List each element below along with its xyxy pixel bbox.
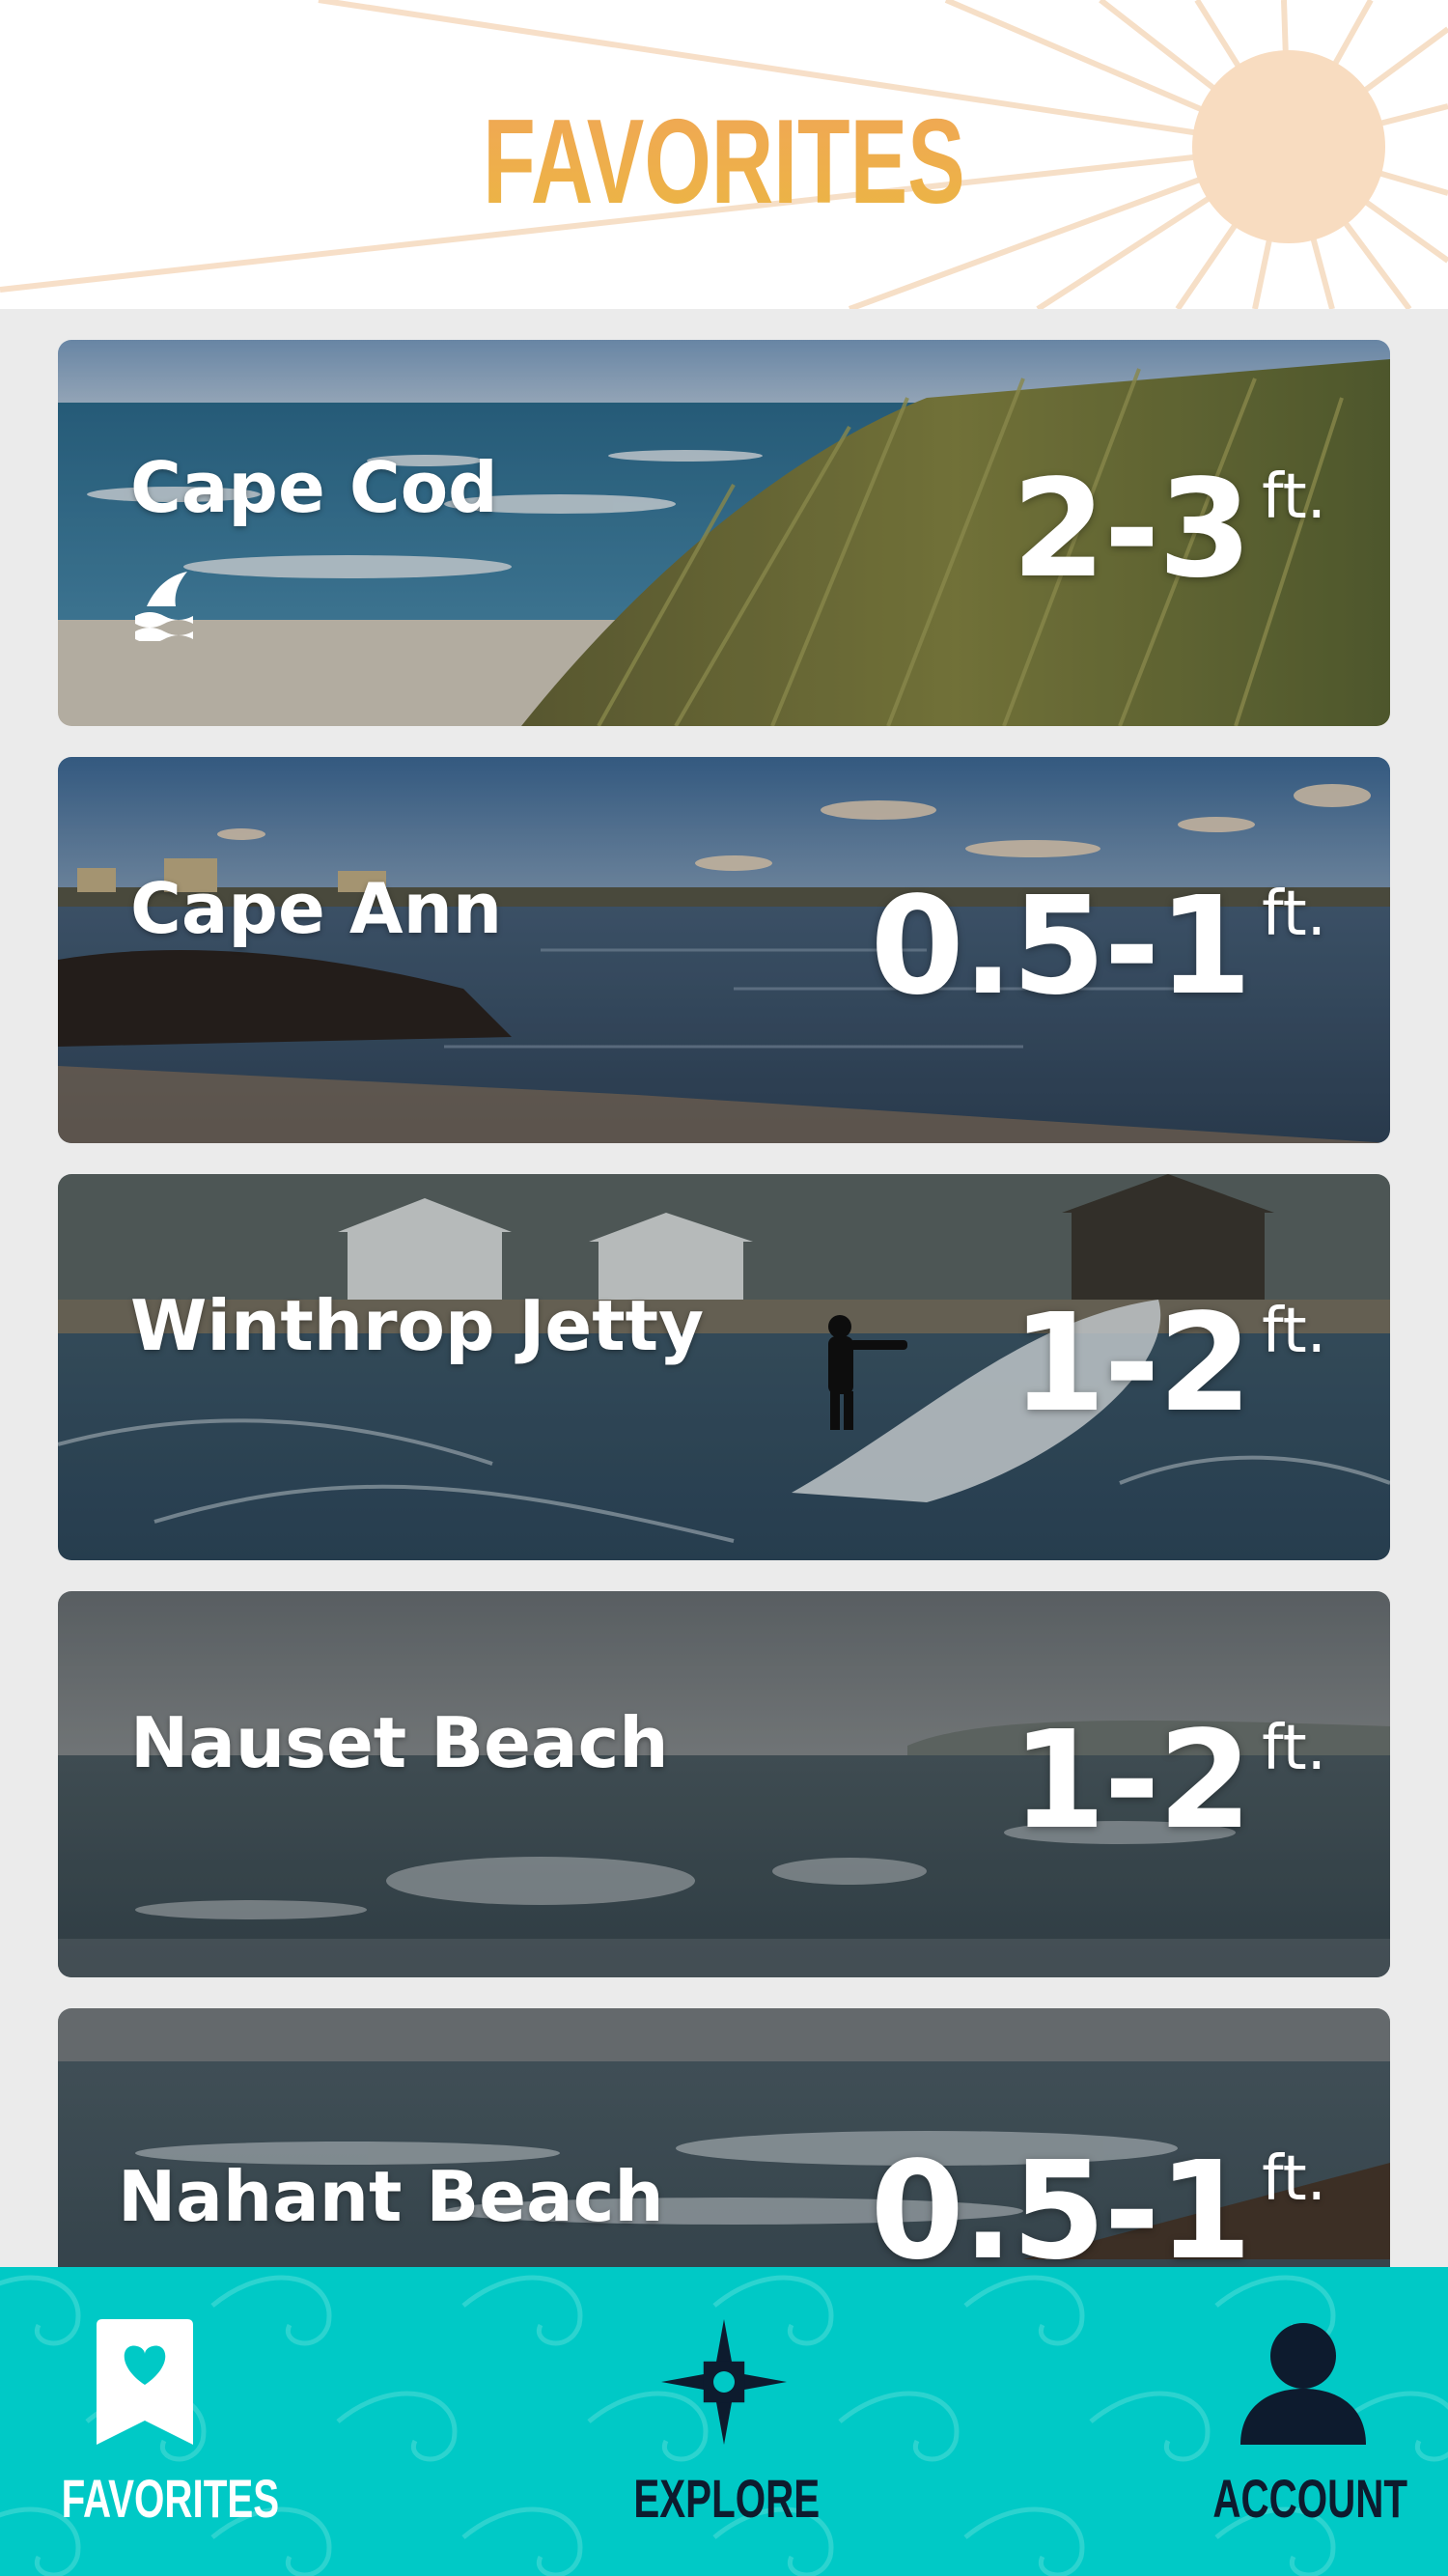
nav-tab-label: ACCOUNT bbox=[1212, 2468, 1407, 2529]
person-icon bbox=[1240, 2323, 1366, 2445]
spot-name: Cape Ann bbox=[130, 868, 503, 949]
compass-icon bbox=[661, 2319, 787, 2445]
wave-height-unit: ft. bbox=[1262, 2143, 1326, 2215]
spot-card-nahant-beach[interactable]: Nahant Beach 0.5-1 ft. bbox=[58, 2008, 1390, 2267]
wave-height: 0.5-1 bbox=[870, 868, 1252, 1025]
wave-height-unit: ft. bbox=[1262, 462, 1326, 533]
bottom-nav: FAVORITES EXPLORE ACCOUNT bbox=[0, 2267, 1448, 2576]
nav-tab-account[interactable]: ACCOUNT bbox=[1178, 2267, 1429, 2576]
spot-card-winthrop-jetty[interactable]: Winthrop Jetty 1-2 ft. bbox=[58, 1174, 1390, 1560]
shark-fin-icon bbox=[135, 572, 193, 641]
spot-card-cape-cod[interactable]: Cape Cod 2-3 ft. bbox=[58, 340, 1390, 726]
wave-height: 2-3 bbox=[1012, 451, 1252, 608]
header: FAVORITES bbox=[0, 0, 1448, 309]
page-title: FAVORITES bbox=[203, 85, 1245, 239]
spot-card-nauset-beach[interactable]: Nauset Beach 1-2 ft. bbox=[58, 1591, 1390, 1977]
spot-name: Nahant Beach bbox=[118, 2156, 664, 2237]
spot-name: Cape Cod bbox=[130, 447, 498, 528]
nav-tab-explore[interactable]: EXPLORE bbox=[599, 2267, 849, 2576]
wave-height: 0.5-1 bbox=[870, 2133, 1252, 2268]
spot-name: Winthrop Jetty bbox=[130, 1285, 704, 1366]
nav-tab-label: EXPLORE bbox=[633, 2468, 821, 2529]
wave-height: 1-2 bbox=[1012, 1702, 1252, 1860]
spot-name: Nauset Beach bbox=[130, 1702, 669, 1783]
favorites-list[interactable]: Cape Cod 2-3 ft. Cape Ann 0.5-1 ft. Wint… bbox=[0, 309, 1448, 2267]
wave-height-unit: ft. bbox=[1262, 1713, 1326, 1784]
spot-card-cape-ann[interactable]: Cape Ann 0.5-1 ft. bbox=[58, 757, 1390, 1143]
wave-height: 1-2 bbox=[1012, 1285, 1252, 1442]
wave-height-unit: ft. bbox=[1262, 879, 1326, 950]
heart-bookmark-icon bbox=[97, 2319, 193, 2445]
nav-tab-label: FAVORITES bbox=[61, 2468, 280, 2529]
nav-tab-favorites[interactable]: FAVORITES bbox=[29, 2267, 280, 2576]
wave-height-unit: ft. bbox=[1262, 1296, 1326, 1367]
